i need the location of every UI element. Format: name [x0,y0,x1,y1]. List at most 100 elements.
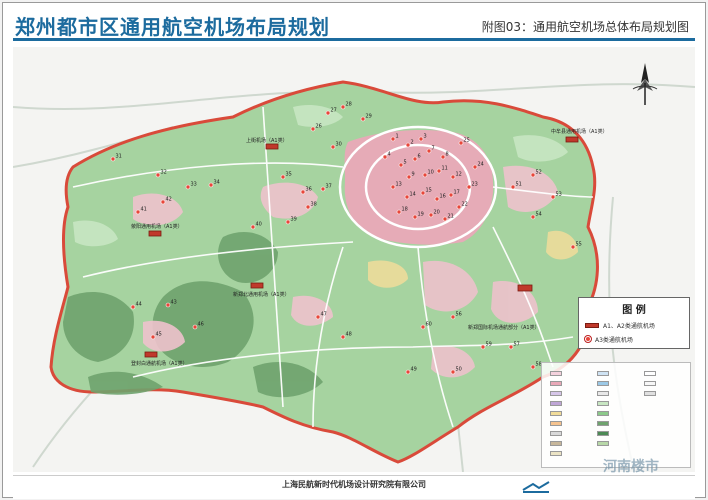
site-marker-dot[interactable] [456,204,462,210]
site-marker-dot[interactable] [330,144,336,150]
legend-item-label: A3类通航机场 [595,336,633,344]
site-marker-dot[interactable] [340,334,346,340]
site-marker-dot[interactable] [550,194,556,200]
airport-label: 新郑北通用机场（A1类） [233,291,290,298]
site-marker-dot[interactable] [155,172,161,178]
site-marker-dot[interactable] [458,140,464,146]
site-marker-dot[interactable] [325,110,331,116]
site-marker-dot[interactable] [390,136,396,142]
runway-icon [585,322,599,328]
legend-item-a3: A3类通航机场 [584,334,633,344]
site-marker-dot[interactable] [428,212,434,218]
site-marker-dot[interactable] [508,344,514,350]
site-marker-dot[interactable] [450,314,456,320]
site-marker-dot[interactable] [300,189,306,195]
airport-label: 登封白通航机场（A1类） [131,360,188,367]
site-marker-dot[interactable] [315,314,321,320]
site-marker-label: 34 [214,180,220,186]
site-marker-dot[interactable] [165,302,171,308]
site-marker-dot[interactable] [150,334,156,340]
site-marker-dot[interactable] [130,304,136,310]
site-marker-dot[interactable] [412,156,418,162]
airport-xingyang [148,230,162,237]
site-marker-label: 7 [432,146,435,152]
site-marker-dot[interactable] [466,184,472,190]
site-marker-dot[interactable] [448,192,454,198]
site-marker-label: 27 [331,108,337,114]
site-marker-dot[interactable] [450,369,456,375]
site-marker-dot[interactable] [420,324,426,330]
site-marker-dot[interactable] [530,364,536,370]
site-marker-dot[interactable] [160,199,166,205]
legend-swatch [644,371,656,376]
site-marker-dot[interactable] [280,174,286,180]
site-marker-label: 57 [514,342,520,348]
site-marker-label: 49 [411,367,417,373]
site-marker-dot[interactable] [305,204,311,210]
site-marker-dot[interactable] [360,116,366,122]
site-marker-label: 40 [256,222,262,228]
site-marker-dot[interactable] [390,184,396,190]
site-marker-dot[interactable] [530,214,536,220]
site-marker-dot[interactable] [440,154,446,160]
site-marker-dot[interactable] [434,196,440,202]
legend-swatch [597,391,609,396]
site-marker-dot[interactable] [250,224,256,230]
legend: 图 例 A1、A2类通航机场 A3类通航机场 [578,297,690,349]
site-marker-label: 22 [462,202,468,208]
site-marker-dot[interactable] [310,126,316,132]
site-marker-dot[interactable] [340,104,346,110]
site-marker-dot[interactable] [185,184,191,190]
site-marker-dot[interactable] [208,182,214,188]
site-marker-dot[interactable] [404,194,410,200]
site-marker-dot[interactable] [320,186,326,192]
site-marker-label: 59 [486,342,492,348]
site-marker-dot[interactable] [110,156,116,162]
site-marker-dot[interactable] [405,369,411,375]
site-marker-dot[interactable] [472,164,478,170]
site-marker-dot[interactable] [422,172,428,178]
site-marker-dot[interactable] [510,184,516,190]
site-marker-dot[interactable] [530,172,536,178]
watermark: 河南楼市 [603,459,659,475]
site-marker-label: 36 [306,187,312,193]
site-marker-label: 46 [198,322,204,328]
title-bar: 郑州都市区通用航空机场布局规划 附图03：通用航空机场总体布局规划图 [13,11,695,41]
site-marker-label: 24 [478,162,484,168]
site-marker-label: 42 [166,197,172,203]
site-marker-dot[interactable] [570,244,576,250]
site-marker-label: 11 [442,166,448,172]
site-marker-dot[interactable] [412,214,418,220]
site-marker-dot[interactable] [382,154,388,160]
site-marker-dot[interactable] [480,344,486,350]
site-marker-dot[interactable] [135,209,141,215]
site-marker-label: 45 [156,332,162,338]
airport-label: 荥阳通用机场（A1类） [131,223,183,230]
legend-swatch [597,421,609,426]
site-marker-dot[interactable] [418,136,424,142]
site-marker-label: 31 [116,154,122,160]
airport-dengfeng [144,351,158,358]
site-marker-dot[interactable] [436,168,442,174]
site-marker-label: 26 [316,124,322,130]
site-marker-dot[interactable] [420,190,426,196]
site-marker-dot[interactable] [426,148,432,154]
site-marker-dot[interactable] [442,216,448,222]
site-marker-dot[interactable] [285,219,291,225]
legend-title: 图 例 [622,305,646,316]
site-marker-dot[interactable] [450,174,456,180]
site-marker-dot[interactable] [192,324,198,330]
site-marker-dot[interactable] [396,209,402,215]
legend-swatch [550,441,562,446]
legend-swatch [550,371,562,376]
site-marker-dot[interactable] [398,162,404,168]
site-marker-dot[interactable] [405,142,411,148]
site-marker-label: 51 [516,182,522,188]
site-marker-label: 39 [291,217,297,223]
map-canvas[interactable]: 上街机场（A1类） 中牟县通用机场（A1类） 荥阳通用机场（A1类） 新郑北通用… [13,47,695,472]
site-marker-label: 53 [556,192,562,198]
site-marker-dot[interactable] [406,174,412,180]
site-marker-label: 60 [426,322,432,328]
airport-zhongmou [565,136,579,143]
legend-swatch [550,391,562,396]
